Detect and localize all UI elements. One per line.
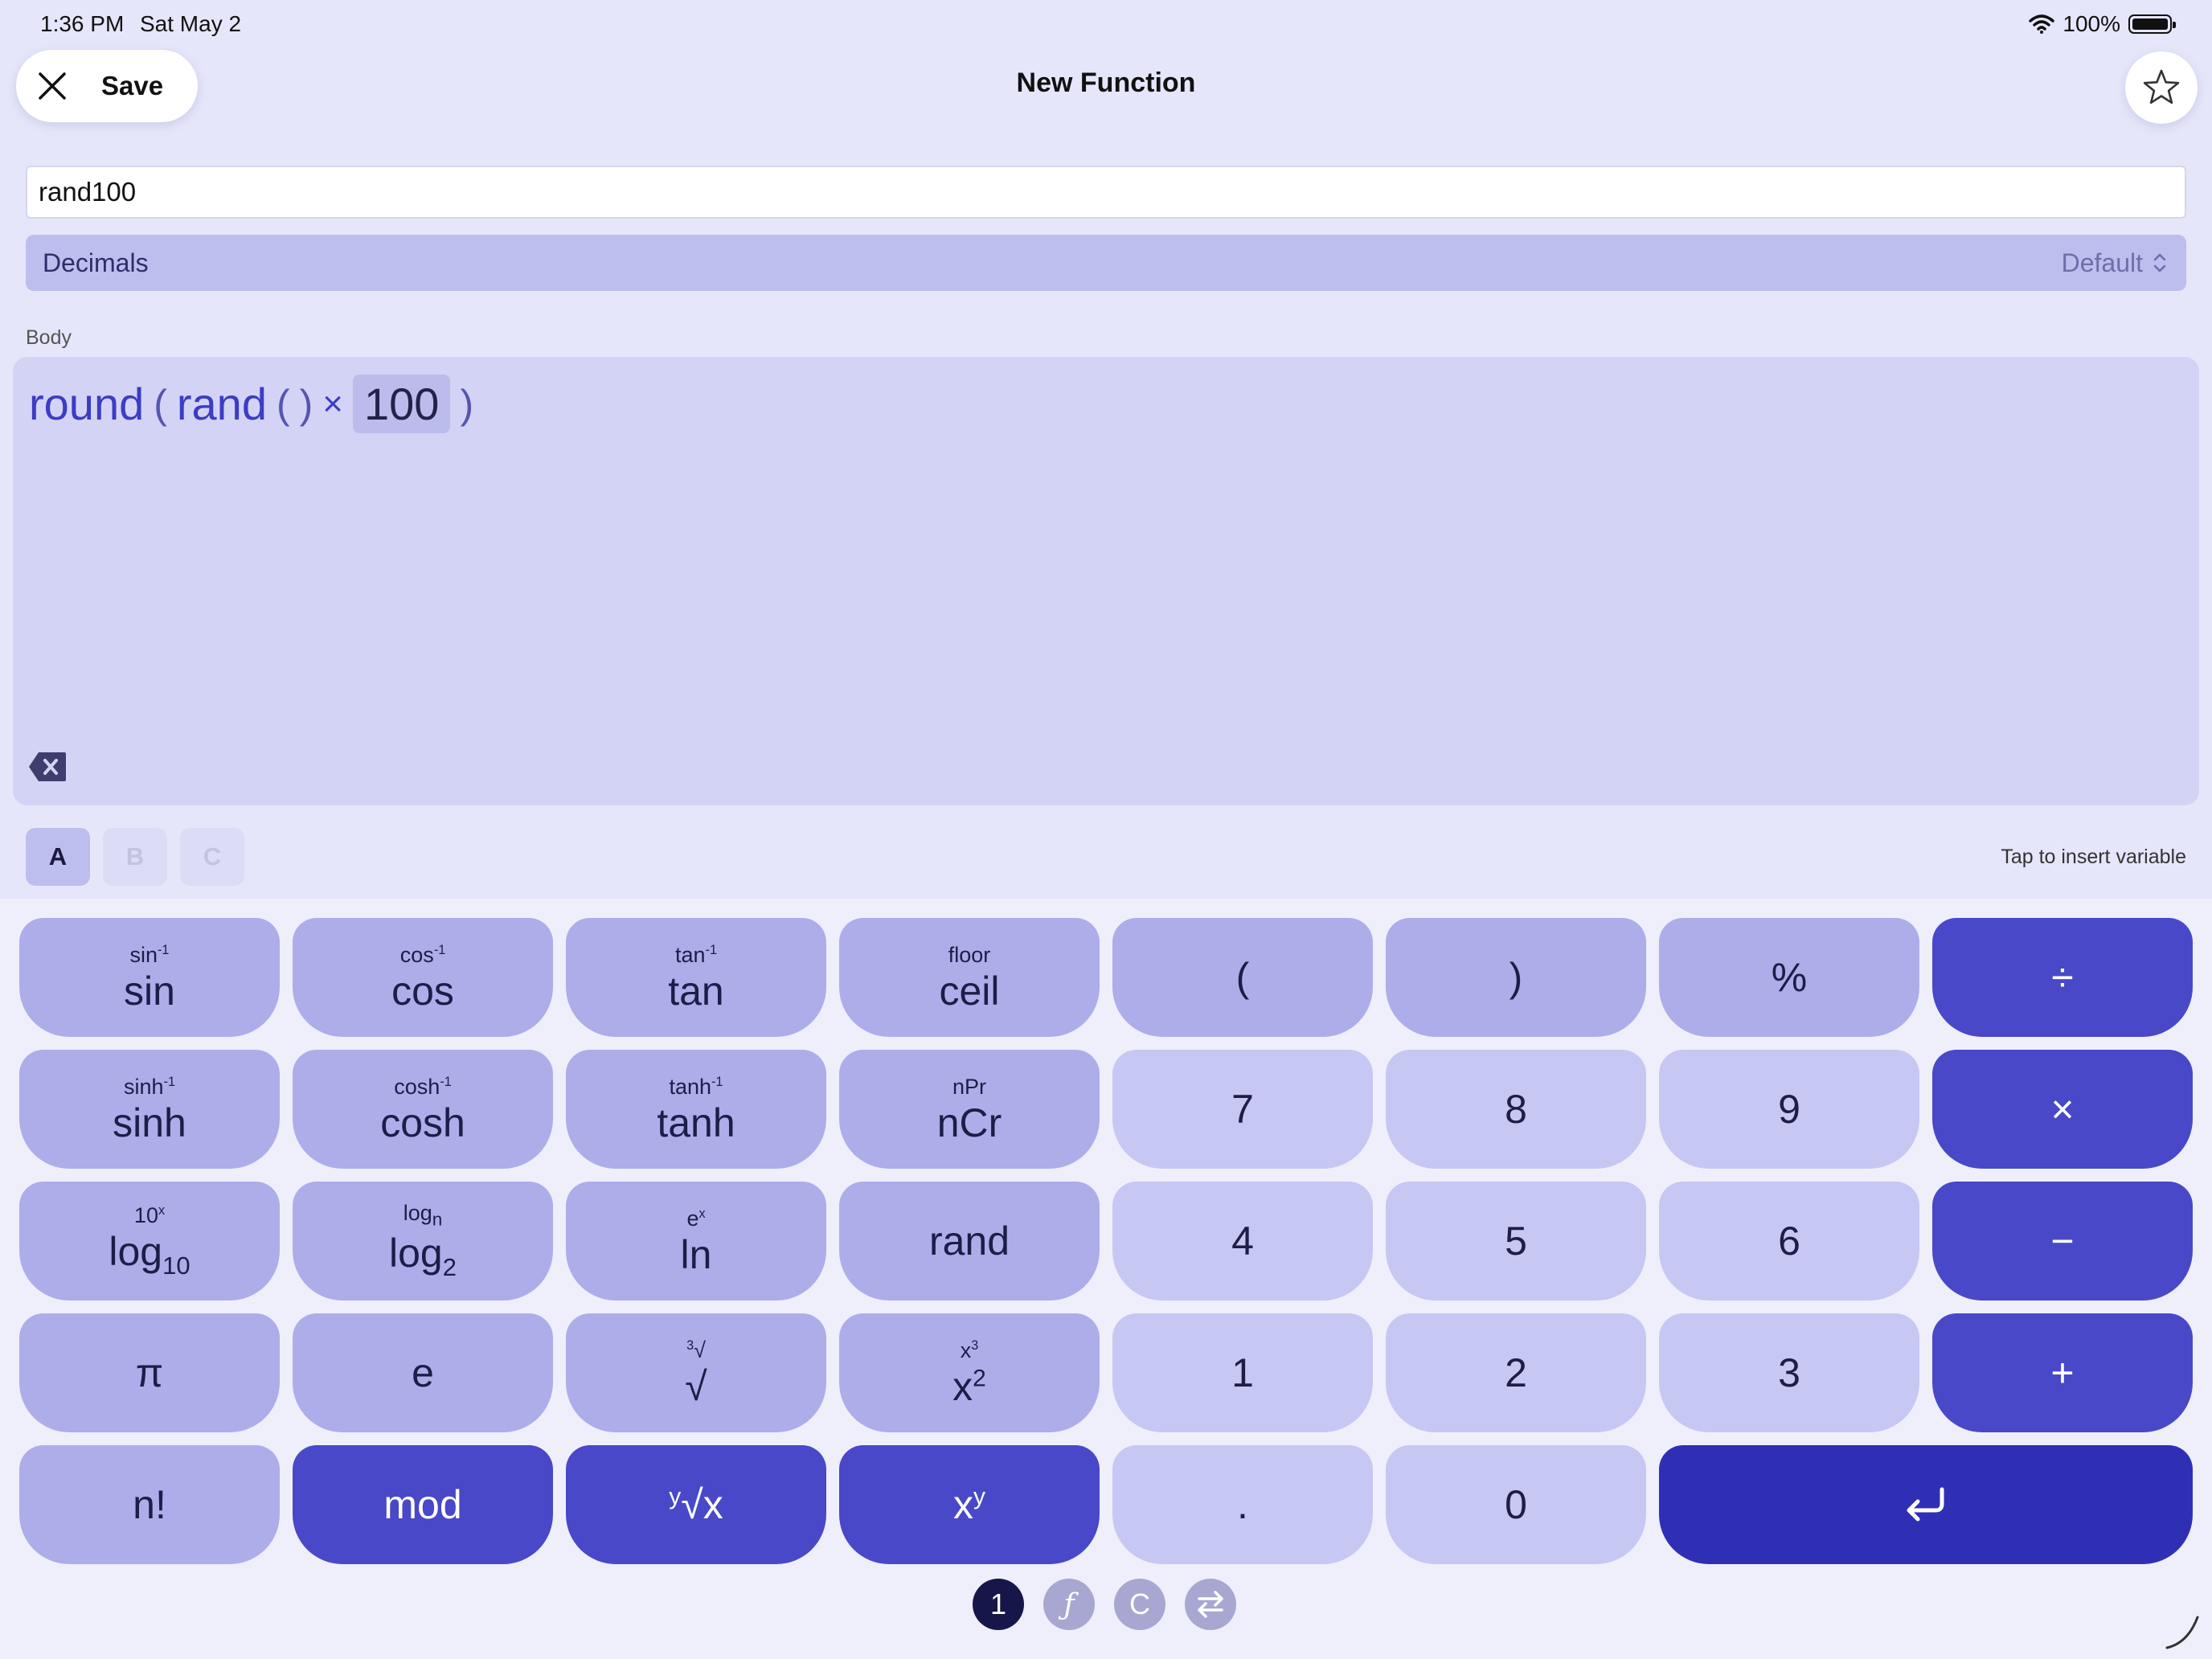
key-sinh[interactable]: sinh-1 sinh [19,1050,280,1169]
key-tan[interactable]: tan-1 tan [566,918,826,1037]
key-rand[interactable]: rand [839,1182,1100,1301]
key-8[interactable]: 8 [1386,1050,1646,1169]
expr-paren-open[interactable]: ( [154,381,167,428]
page-numbers-button[interactable]: 1 [973,1579,1024,1630]
key-log10[interactable]: 10x log10 [19,1182,280,1301]
body-label: Body [26,326,72,349]
key-square[interactable]: x3 x2 [839,1313,1100,1432]
key-plus[interactable]: + [1932,1313,2193,1432]
expr-number[interactable]: 100 [353,375,451,433]
key-ln[interactable]: ex ln [566,1182,826,1301]
backspace-icon [29,752,66,781]
expr-paren-open[interactable]: ( [276,381,290,428]
star-icon [2143,69,2180,104]
key-factorial[interactable]: n! [19,1445,280,1564]
key-minus[interactable]: − [1932,1182,2193,1301]
page-constants-button[interactable]: C [1114,1579,1165,1630]
expr-function-round[interactable]: round [29,378,144,430]
key-log2[interactable]: logn log2 [293,1182,553,1301]
variable-c-button[interactable]: C [180,828,244,886]
key-open-paren[interactable]: ( [1112,918,1373,1037]
key-4[interactable]: 4 [1112,1182,1373,1301]
key-enter[interactable] [1659,1445,2193,1564]
body-editor[interactable]: round ( rand ( ) × 100 ) [13,357,2199,805]
key-cos[interactable]: cos-1 cos [293,918,553,1037]
key-multiply[interactable]: × [1932,1050,2193,1169]
key-2[interactable]: 2 [1386,1313,1646,1432]
decimals-value-group: Default [2062,248,2167,278]
battery-icon [2128,14,2176,34]
key-pi[interactable]: π [19,1313,280,1432]
key-cosh[interactable]: cosh-1 cosh [293,1050,553,1169]
expression[interactable]: round ( rand ( ) × 100 ) [29,375,483,433]
battery-percent: 100% [2062,11,2120,36]
key-5[interactable]: 5 [1386,1182,1646,1301]
expr-paren-close[interactable]: ) [460,381,473,428]
page-conversions-button[interactable] [1185,1579,1236,1630]
keypad: sin-1 sin cos-1 cos tan-1 tan floor ceil… [0,899,2212,1659]
key-power[interactable]: xy [839,1445,1100,1564]
status-indicators: 100% [2029,11,2176,37]
key-3[interactable]: 3 [1659,1313,1919,1432]
key-6[interactable]: 6 [1659,1182,1919,1301]
status-time: 1:36 PM [40,11,125,36]
key-sin[interactable]: sin-1 sin [19,918,280,1037]
function-name-input[interactable] [26,166,2186,219]
key-ceil[interactable]: floor ceil [839,918,1100,1037]
expr-function-rand[interactable]: rand [177,378,267,430]
key-7[interactable]: 7 [1112,1050,1373,1169]
key-percent[interactable]: % [1659,918,1919,1037]
favorite-button[interactable] [2125,51,2198,124]
key-1[interactable]: 1 [1112,1313,1373,1432]
key-9[interactable]: 9 [1659,1050,1919,1169]
key-decimal-point[interactable]: . [1112,1445,1373,1564]
key-0[interactable]: 0 [1386,1445,1646,1564]
key-divide[interactable]: ÷ [1932,918,2193,1037]
expr-times-operator[interactable]: × [322,384,343,424]
key-close-paren[interactable]: ) [1386,918,1646,1037]
swap-icon [1198,1591,1223,1618]
key-yroot[interactable]: y√x [566,1445,826,1564]
key-tanh[interactable]: tanh-1 tanh [566,1050,826,1169]
backspace-button[interactable] [27,751,68,787]
key-e[interactable]: e [293,1313,553,1432]
decimals-value: Default [2061,248,2143,277]
resize-handle-icon[interactable] [2164,1614,2201,1655]
variable-a-button[interactable]: A [26,828,90,886]
decimals-label: Decimals [43,248,149,277]
return-icon [1907,1487,1944,1522]
page-functions-button[interactable]: ƒ [1043,1579,1095,1630]
page-title: New Function [1016,68,1196,98]
wifi-icon [2029,14,2055,34]
variable-hint: Tap to insert variable [2001,846,2186,868]
status-date: Sat May 2 [140,11,242,36]
key-sqrt[interactable]: 3√ √ [566,1313,826,1432]
decimals-selector[interactable]: Decimals Default [26,235,2186,291]
key-ncr[interactable]: nPr nCr [839,1050,1100,1169]
expr-paren-close[interactable]: ) [300,381,313,428]
variable-b-button[interactable]: B [103,828,167,886]
chevron-up-down-icon [2153,253,2166,272]
key-mod[interactable]: mod [293,1445,553,1564]
